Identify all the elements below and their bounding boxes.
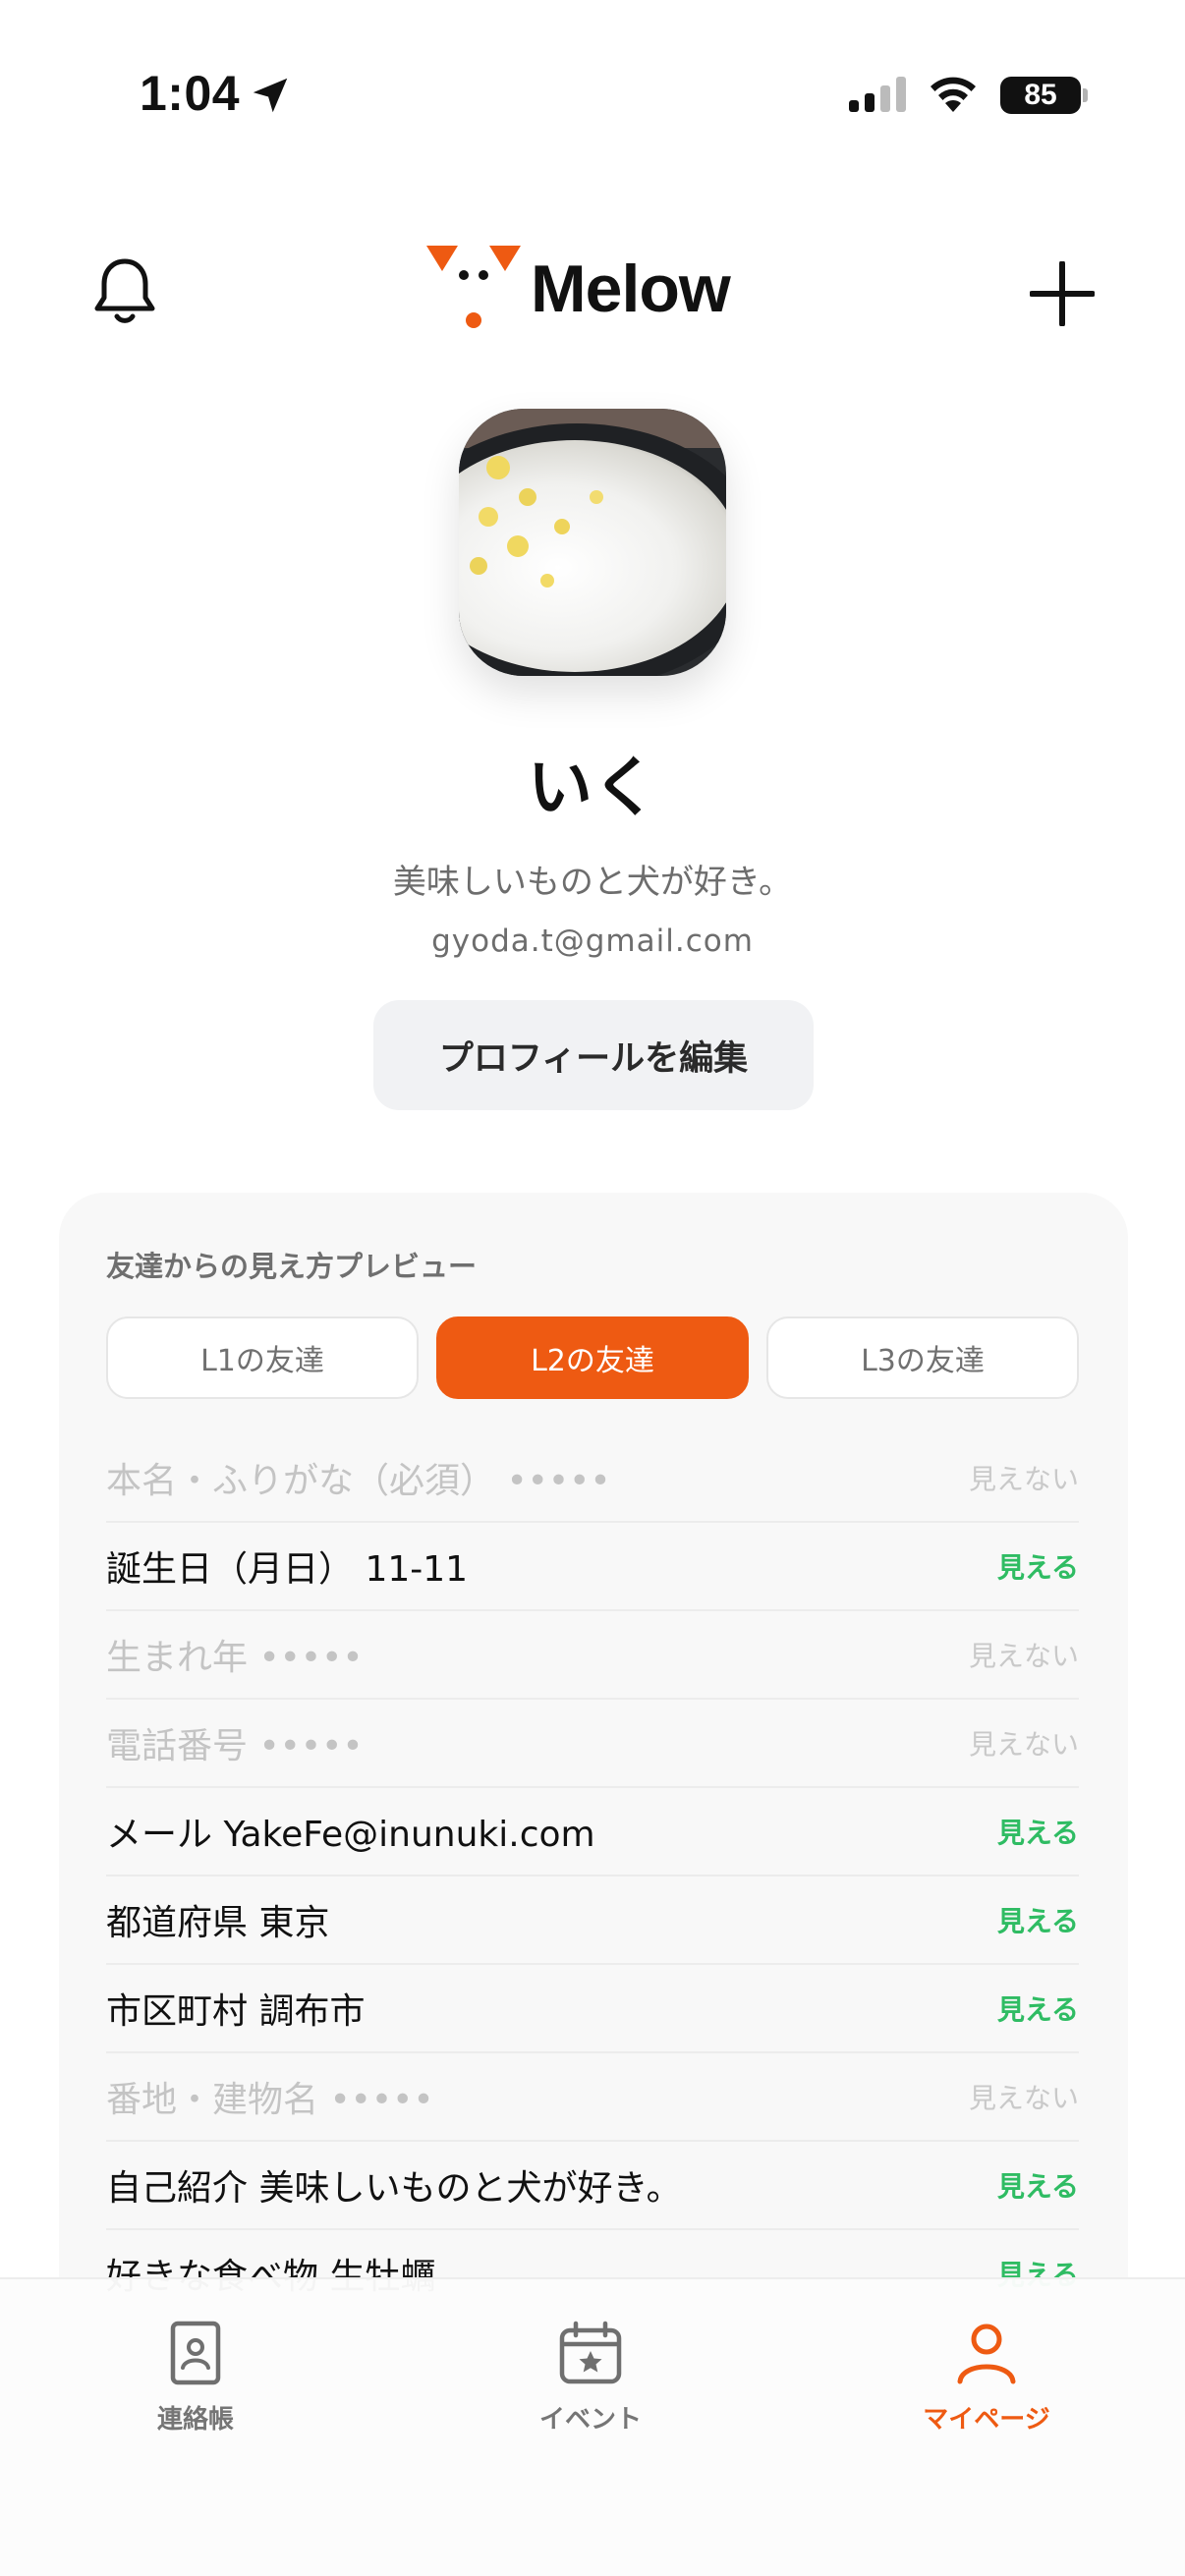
row-status: 見える (996, 1993, 1079, 2026)
logo-text: Melow (531, 252, 731, 326)
battery-icon: 85 (1000, 77, 1081, 114)
preview-row-birthday: 誕生日（月日） 11-11 見える (106, 1523, 1079, 1611)
preview-row-address: 番地・建物名 ••••• 見えない (106, 2053, 1079, 2142)
preview-row-phone: 電話番号 ••••• 見えない (106, 1700, 1079, 1788)
row-status: 見えない (968, 2082, 1079, 2114)
status-time: 1:04 (140, 66, 241, 121)
row-text: 生まれ年 ••••• (106, 1638, 364, 1678)
row-text: 本名・ふりがな（必須） ••••• (106, 1461, 611, 1501)
avatar-photo (459, 409, 726, 676)
row-text: 電話番号 ••••• (106, 1726, 364, 1766)
preview-row-city: 市区町村 調布市 見える (106, 1965, 1079, 2053)
preview-row-prefecture: 都道府県 東京 見える (106, 1876, 1079, 1965)
row-text: 市区町村 調布市 (106, 1991, 366, 2032)
row-status: 見えない (968, 1728, 1079, 1761)
tab-events[interactable]: イベント (492, 2319, 689, 2436)
segment-l1-friends[interactable]: L1の友達 (106, 1316, 419, 1399)
tab-label: イベント (538, 2405, 642, 2435)
row-status: 見えない (968, 1463, 1079, 1495)
profile-email: gyoda.t@gmail.com (431, 924, 754, 959)
row-text: 番地・建物名 ••••• (106, 2080, 434, 2120)
row-text: 誕生日（月日） 11-11 (106, 1549, 469, 1590)
calendar-star-icon (559, 2321, 622, 2384)
wifi-icon (931, 77, 976, 112)
row-status: 見える (996, 1817, 1079, 1849)
preview-row-real-name: 本名・ふりがな（必須） ••••• 見えない (106, 1434, 1079, 1523)
preview-row-birth-year: 生まれ年 ••••• 見えない (106, 1611, 1079, 1700)
cellular-signal-icon (849, 77, 906, 112)
my-page-screen: 1:04 85 Melow いく 美味しいものと犬が好き。 gyoda.t@gm… (0, 0, 1185, 2576)
row-status: 見える (996, 1551, 1079, 1584)
avatar[interactable] (459, 409, 726, 676)
location-arrow-icon (253, 78, 288, 113)
bell-icon[interactable] (90, 253, 159, 328)
preview-title: 友達からの見え方プレビュー (106, 1250, 478, 1283)
row-status: 見えない (968, 1640, 1079, 1672)
plus-icon[interactable] (1030, 261, 1095, 326)
row-status: 見える (996, 2170, 1079, 2203)
tab-my-page[interactable]: マイページ (888, 2319, 1085, 2436)
row-text: 都道府県 東京 (106, 1903, 330, 1943)
profile-name: いく (528, 750, 657, 825)
segment-l3-friends[interactable]: L3の友達 (766, 1316, 1079, 1399)
app-logo: Melow (424, 242, 731, 336)
profile-bio: 美味しいものと犬が好き。 (392, 863, 793, 902)
person-icon (957, 2324, 1016, 2384)
tab-label: 連絡帳 (156, 2405, 234, 2435)
row-status: 見える (996, 1905, 1079, 1937)
battery-tip (1083, 88, 1088, 102)
edit-profile-button[interactable]: プロフィールを編集 (373, 1000, 814, 1110)
melow-logo-icon (426, 246, 521, 328)
contact-book-icon (170, 2321, 221, 2385)
tab-label: マイページ (923, 2405, 1050, 2435)
segment-l2-friends[interactable]: L2の友達 (436, 1316, 749, 1399)
row-text: 自己紹介 美味しいものと犬が好き。 (106, 2168, 682, 2209)
preview-row-bio: 自己紹介 美味しいものと犬が好き。 見える (106, 2142, 1079, 2230)
preview-row-email: メール YakeFe@inunuki.com 見える (106, 1788, 1079, 1876)
row-text: メール YakeFe@inunuki.com (106, 1815, 595, 1855)
tab-contacts[interactable]: 連絡帳 (97, 2319, 294, 2436)
